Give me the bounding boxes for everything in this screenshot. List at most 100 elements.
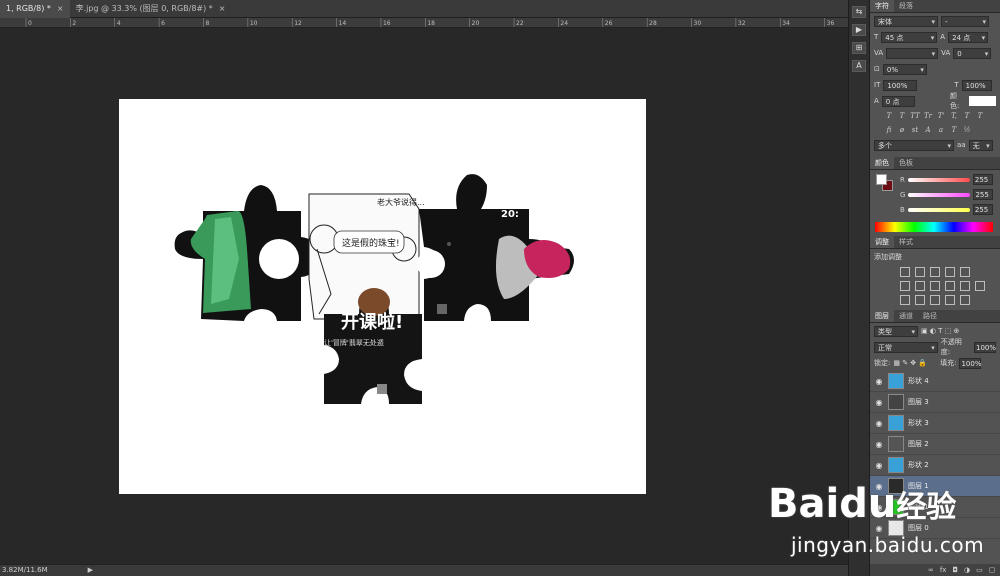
badge-text: 20: <box>501 209 519 220</box>
new-layer-icon[interactable]: ▢ <box>989 566 996 574</box>
link-layers-icon[interactable]: ∞ <box>928 566 934 574</box>
layer-row[interactable]: ◉ 图层 3 <box>870 392 1000 413</box>
ruler-tick-label: 22 <box>516 20 524 27</box>
titling-icon[interactable]: A <box>923 125 933 135</box>
tab-paragraph[interactable]: 段落 <box>894 0 918 12</box>
lock-icons[interactable]: ▦ ✎ ✥ 🔒 <box>893 359 927 367</box>
fill-field[interactable]: 100% <box>959 357 981 369</box>
horizontal-scale-field[interactable]: 100% <box>961 79 992 91</box>
vibrance-icon[interactable] <box>960 267 970 277</box>
adjustment-layer-icon[interactable]: ◑ <box>964 566 970 574</box>
subscript-button[interactable]: T, <box>949 111 959 121</box>
close-icon[interactable]: × <box>57 0 64 18</box>
text-color-swatch[interactable] <box>968 96 996 106</box>
blend-mode-select[interactable]: 正常 <box>874 341 938 353</box>
fx-icon[interactable]: fx <box>940 566 947 574</box>
font-style-select[interactable]: - <box>941 15 989 27</box>
exposure-icon[interactable] <box>945 267 955 277</box>
underline-button[interactable]: T <box>962 111 972 121</box>
leading-select[interactable]: 24 点 <box>948 31 989 43</box>
filter-icons[interactable]: ▣ ◐ T ⬚ ⊕ <box>921 327 959 335</box>
document-tab-2[interactable]: 李.jpg @ 33.3% (图层 0, RGB/8#) * × <box>70 0 232 18</box>
faux-italic-button[interactable]: T <box>897 111 907 121</box>
channel-value-field[interactable]: 255 <box>972 174 993 185</box>
selective-color-icon[interactable] <box>960 295 970 305</box>
history-icon[interactable]: ⇆ <box>852 6 866 18</box>
photo-filter-icon[interactable] <box>945 281 955 291</box>
close-icon[interactable]: × <box>219 0 226 18</box>
fraction-half-icon[interactable]: ½ <box>962 125 972 135</box>
channel-slider[interactable] <box>907 207 970 212</box>
opacity-field[interactable]: 100% <box>974 341 996 353</box>
visibility-eye-icon[interactable]: ◉ <box>874 419 884 428</box>
ruler-tick-label: 16 <box>383 20 391 27</box>
strikethrough-button[interactable]: T <box>975 111 985 121</box>
group-icon[interactable]: ▭ <box>976 566 983 574</box>
channel-slider[interactable] <box>908 192 971 197</box>
vertical-scale-field[interactable]: 100% <box>883 79 918 91</box>
posterize-icon[interactable] <box>915 295 925 305</box>
language-select[interactable]: 多个 <box>874 139 954 151</box>
visibility-eye-icon[interactable]: ◉ <box>874 377 884 386</box>
bw-icon[interactable] <box>930 281 940 291</box>
ruler-tick-label: 2 <box>72 20 76 27</box>
tab-color[interactable]: 颜色 <box>870 157 894 169</box>
swash-icon[interactable]: ø <box>897 125 907 135</box>
layer-row[interactable]: ◉ 图层 2 <box>870 434 1000 455</box>
faux-bold-button[interactable]: T <box>884 111 894 121</box>
canvas-area[interactable]: 这是假的珠宝! 老大爷说得... 开课啦! 让'冒牌'翡翠无处遁 20: <box>0 28 848 564</box>
channel-slider[interactable] <box>907 177 970 182</box>
tab-paths[interactable]: 路径 <box>918 310 942 322</box>
gradient-map-icon[interactable] <box>945 295 955 305</box>
channel-value-field[interactable]: 255 <box>972 204 993 215</box>
tab-layers[interactable]: 图层 <box>870 310 894 322</box>
brightness-icon[interactable] <box>900 267 910 277</box>
document-canvas[interactable]: 这是假的珠宝! 老大爷说得... 开课啦! 让'冒牌'翡翠无处遁 20: <box>119 99 646 494</box>
font-family-select[interactable]: 宋体 <box>874 15 938 27</box>
fraction-icon[interactable]: T <box>949 125 959 135</box>
tab-styles[interactable]: 样式 <box>894 236 918 248</box>
kerning-select[interactable] <box>886 47 939 59</box>
tracking-icon: VA <box>941 49 951 57</box>
layer-row[interactable]: ◉ 形状 4 <box>870 371 1000 392</box>
ligature-icon[interactable]: fi <box>884 125 894 135</box>
tracking-select[interactable]: 0 <box>953 47 992 59</box>
status-arrow-icon[interactable]: ▶ <box>88 565 93 576</box>
all-caps-button[interactable]: TT <box>910 111 920 121</box>
visibility-eye-icon[interactable]: ◉ <box>874 398 884 407</box>
channel-value-field[interactable]: 255 <box>973 189 994 200</box>
hue-icon[interactable] <box>900 281 910 291</box>
tsume-select[interactable]: 0% <box>882 63 927 75</box>
tab-channels[interactable]: 通道 <box>894 310 918 322</box>
adjustments-panel-tabs: 调整 样式 <box>870 236 1000 249</box>
tool-preset-icon[interactable]: ⊞ <box>852 42 866 54</box>
tab-adjustments[interactable]: 调整 <box>870 236 894 248</box>
threshold-icon[interactable] <box>930 295 940 305</box>
play-action-icon[interactable]: ▶ <box>852 24 866 36</box>
tab-character[interactable]: 字符 <box>870 0 894 12</box>
levels-icon[interactable] <box>915 267 925 277</box>
stylistic-icon[interactable]: st <box>910 125 920 135</box>
invert-icon[interactable] <box>900 295 910 305</box>
baseline-field[interactable]: 0 点 <box>881 95 915 107</box>
character-panel-icon[interactable]: A <box>852 60 866 72</box>
mixer-icon[interactable] <box>960 281 970 291</box>
mask-icon[interactable]: ◘ <box>952 566 958 574</box>
foreground-color-swatch[interactable] <box>876 174 887 185</box>
antialias-select[interactable]: 无 <box>968 139 993 151</box>
tab-swatches[interactable]: 色板 <box>894 157 918 169</box>
color-spectrum-bar[interactable] <box>875 222 993 232</box>
ordinal-icon[interactable]: a <box>936 125 946 135</box>
puzzle-artwork: 这是假的珠宝! 老大爷说得... 开课啦! 让'冒牌'翡翠无处遁 20: <box>174 174 574 404</box>
balance-icon[interactable] <box>915 281 925 291</box>
curves-icon[interactable] <box>930 267 940 277</box>
superscript-button[interactable]: T' <box>936 111 946 121</box>
document-tab-1[interactable]: 1, RGB/8) * × <box>0 0 70 18</box>
layer-filter-select[interactable]: 类型 <box>874 325 918 337</box>
lookup-icon[interactable] <box>975 281 985 291</box>
visibility-eye-icon[interactable]: ◉ <box>874 440 884 449</box>
font-size-select[interactable]: 45 点 <box>881 31 938 43</box>
layer-row[interactable]: ◉ 形状 3 <box>870 413 1000 434</box>
small-caps-button[interactable]: Tr <box>923 111 933 121</box>
lock-row: 锁定: ▦ ✎ ✥ 🔒 填充: 100% <box>870 355 1000 371</box>
